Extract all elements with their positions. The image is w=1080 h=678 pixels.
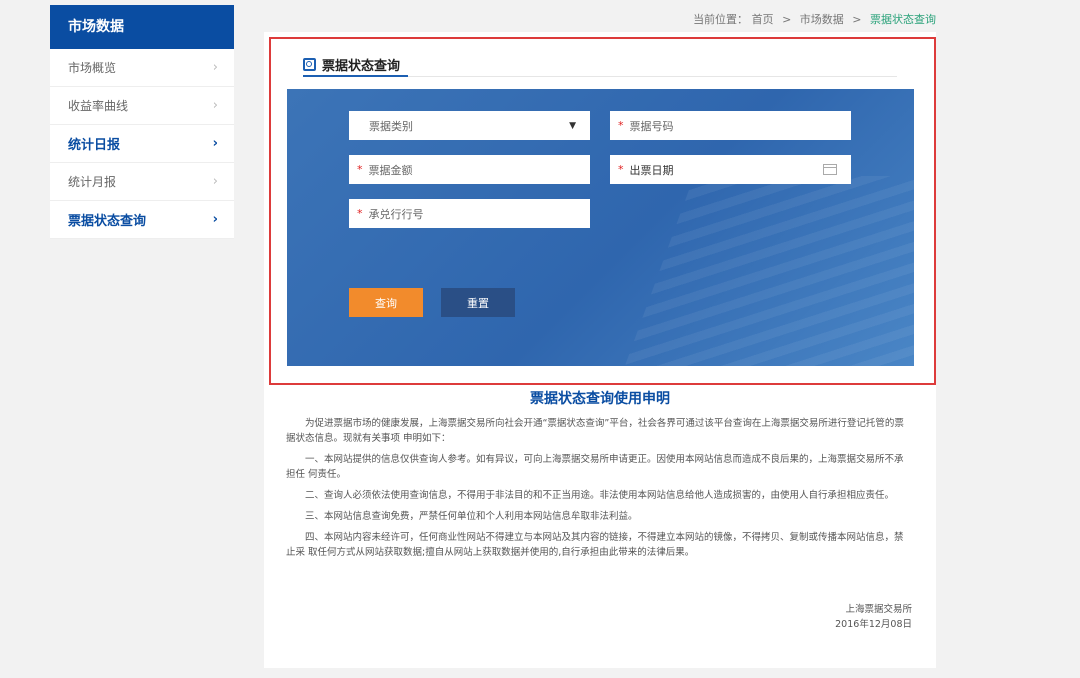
acceptor-bank-number-input[interactable]: * 承兑行行号 bbox=[349, 199, 590, 228]
breadcrumb-home-link[interactable]: 首页 bbox=[752, 13, 774, 26]
reset-button[interactable]: 重置 bbox=[441, 288, 515, 317]
main-panel: 票据状态查询 票据类别 ▼ * 票据号码 * 票据金额 * 出票日期 * 承兑行… bbox=[264, 32, 936, 668]
query-box: 票据状态查询 票据类别 ▼ * 票据号码 * 票据金额 * 出票日期 * 承兑行… bbox=[269, 37, 936, 385]
statement-paragraph: 三、本网站信息查询免费，严禁任何单位和个人利用本网站信息牟取非法利益。 bbox=[305, 511, 638, 522]
statement-signature: 上海票据交易所 2016年12月08日 bbox=[835, 602, 912, 632]
calendar-icon[interactable] bbox=[823, 164, 837, 175]
sidebar-header: 市场数据 bbox=[50, 5, 234, 49]
bill-type-select[interactable]: 票据类别 ▼ bbox=[349, 111, 590, 140]
sidebar-item-daily-report[interactable]: 统计日报 › bbox=[50, 125, 234, 163]
panel-title: 票据状态查询 bbox=[303, 53, 409, 77]
required-mark: * bbox=[357, 207, 363, 220]
chevron-right-icon: › bbox=[212, 212, 218, 227]
breadcrumb-separator: > bbox=[852, 13, 862, 26]
statement-title: 票据状态查询使用申明 bbox=[530, 391, 670, 407]
sidebar-item-label: 市场概览 bbox=[68, 61, 117, 75]
panel-title-text: 票据状态查询 bbox=[322, 58, 401, 74]
query-button[interactable]: 查询 bbox=[349, 288, 423, 317]
statement-paragraph: 为促进票据市场的健康发展，上海票据交易所向社会开通“票据状态查询”平台，社会各界… bbox=[286, 418, 904, 444]
statement-signer: 上海票据交易所 bbox=[845, 604, 912, 615]
statement-body: 为促进票据市场的健康发展，上海票据交易所向社会开通“票据状态查询”平台，社会各界… bbox=[286, 416, 912, 566]
breadcrumb-current: 票据状态查询 bbox=[870, 13, 936, 26]
chevron-right-icon: › bbox=[212, 136, 218, 151]
bill-number-input[interactable]: * 票据号码 bbox=[610, 111, 851, 140]
query-form: 票据类别 ▼ * 票据号码 * 票据金额 * 出票日期 * 承兑行行号 查询 重… bbox=[287, 89, 914, 366]
sidebar-item-bill-status-query[interactable]: 票据状态查询 › bbox=[50, 201, 234, 239]
bill-type-select-value: 票据类别 bbox=[369, 119, 413, 133]
issue-date-input[interactable]: * 出票日期 bbox=[610, 155, 851, 184]
required-mark: * bbox=[618, 119, 624, 132]
statement-date: 2016年12月08日 bbox=[835, 619, 912, 630]
sidebar-item-label: 收益率曲线 bbox=[68, 99, 129, 113]
acceptor-bank-number-placeholder: 承兑行行号 bbox=[368, 207, 424, 221]
sidebar: 市场数据 市场概览 › 收益率曲线 › 统计日报 › 统计月报 › 票据状态查询… bbox=[50, 5, 234, 239]
breadcrumb: 当前位置： 首页 > 市场数据 > 票据状态查询 bbox=[693, 11, 936, 27]
bill-amount-placeholder: 票据金额 bbox=[368, 163, 413, 177]
sidebar-item-label: 统计月报 bbox=[68, 175, 117, 189]
sidebar-item-monthly-report[interactable]: 统计月报 › bbox=[50, 163, 234, 201]
bill-amount-input[interactable]: * 票据金额 bbox=[349, 155, 590, 184]
required-mark: * bbox=[618, 163, 624, 176]
statement-paragraph: 二、查询人必须依法使用查询信息，不得用于非法目的和不正当用途。非法使用本网站信息… bbox=[305, 490, 895, 501]
bill-number-placeholder: 票据号码 bbox=[629, 119, 674, 133]
search-icon bbox=[303, 57, 316, 71]
panel-title-bar: 票据状态查询 bbox=[303, 53, 897, 77]
sidebar-item-market-overview[interactable]: 市场概览 › bbox=[50, 49, 234, 87]
statement-paragraph: 一、本网站提供的信息仅供查询人参考。如有异议，可向上海票据交易所申请更正。因使用… bbox=[286, 454, 904, 480]
issue-date-placeholder: 出票日期 bbox=[629, 163, 674, 177]
sidebar-item-yield-curve[interactable]: 收益率曲线 › bbox=[50, 87, 234, 125]
chevron-right-icon: › bbox=[212, 174, 218, 189]
breadcrumb-separator: > bbox=[782, 13, 792, 26]
sidebar-item-label: 票据状态查询 bbox=[68, 214, 147, 229]
breadcrumb-section-link[interactable]: 市场数据 bbox=[800, 13, 844, 26]
keyboard-background-decoration bbox=[613, 176, 914, 366]
chevron-right-icon: › bbox=[212, 60, 218, 75]
sidebar-item-label: 统计日报 bbox=[68, 138, 121, 153]
breadcrumb-prefix: 当前位置： bbox=[693, 13, 749, 26]
required-mark: * bbox=[357, 163, 363, 176]
chevron-right-icon: › bbox=[212, 98, 218, 113]
statement-paragraph: 四、本网站内容未经许可，任何商业性网站不得建立与本网站及其内容的链接，不得建立本… bbox=[286, 532, 904, 558]
caret-down-icon: ▼ bbox=[569, 120, 576, 131]
